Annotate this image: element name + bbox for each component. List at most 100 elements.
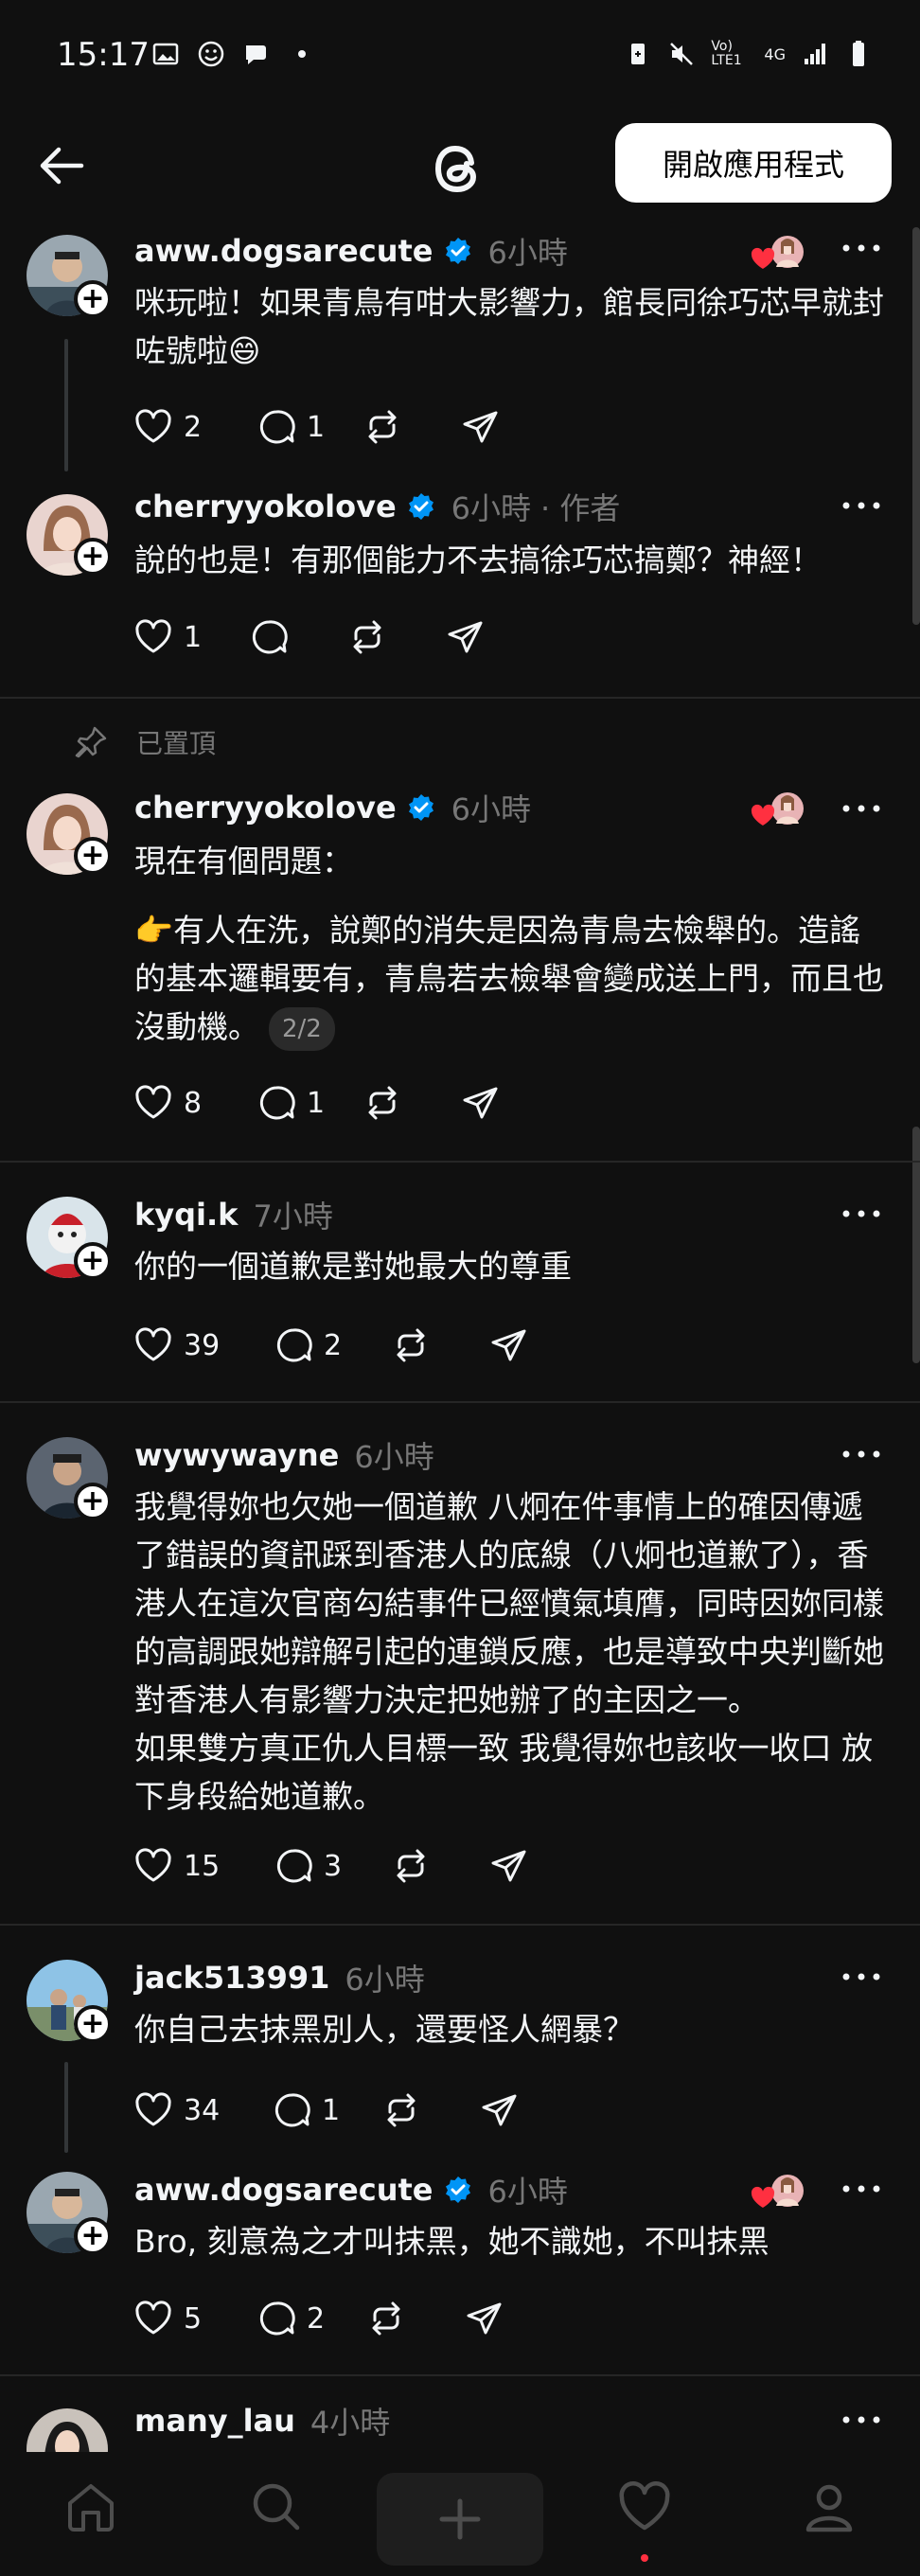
username[interactable]: many_lau bbox=[134, 2403, 295, 2439]
more-options-icon[interactable] bbox=[840, 799, 882, 818]
username[interactable]: wywywayne bbox=[134, 1437, 339, 1473]
activity-notification-dot bbox=[641, 2554, 648, 2562]
repost-button[interactable] bbox=[390, 1324, 488, 1366]
like-button[interactable]: 1 bbox=[133, 616, 248, 658]
like-count: 39 bbox=[184, 1328, 221, 1362]
share-button[interactable] bbox=[460, 1082, 502, 1124]
network-label: Vo) LTE1 bbox=[711, 39, 742, 68]
top-bar: 開啟應用程式 bbox=[0, 114, 920, 218]
repost-button[interactable] bbox=[380, 2089, 479, 2131]
reply-button[interactable]: 1 bbox=[256, 406, 362, 448]
post-text: 說的也是！有那個能力不去搞徐巧芯搞鄭？神經！ bbox=[134, 542, 822, 578]
post-actions: 8 1 bbox=[133, 1079, 502, 1127]
post-body: 你的一個道歉是對她最大的尊重 bbox=[134, 1242, 892, 1290]
reply-button[interactable]: 1 bbox=[271, 2089, 380, 2131]
reply-count: 1 bbox=[307, 410, 326, 444]
share-icon bbox=[460, 406, 502, 448]
repost-button[interactable] bbox=[346, 616, 445, 658]
scrollbar-thumb[interactable] bbox=[912, 227, 920, 625]
verified-badge-icon bbox=[443, 2175, 473, 2205]
share-button[interactable] bbox=[460, 406, 502, 448]
more-options-icon[interactable] bbox=[840, 1967, 882, 1986]
post-header: kyqi.k 7小時 bbox=[134, 1193, 333, 1236]
follow-plus-button[interactable]: + bbox=[74, 1242, 112, 1280]
reply-button[interactable]: 2 bbox=[256, 2298, 365, 2339]
status-notification-icons bbox=[151, 40, 316, 68]
reply-count: 2 bbox=[307, 2301, 326, 2336]
heart-icon bbox=[133, 1082, 174, 1124]
post-actions: 5 2 bbox=[133, 2295, 505, 2342]
reply-icon bbox=[273, 1324, 314, 1366]
username[interactable]: aww.dogsarecute bbox=[134, 2172, 433, 2208]
more-options-icon[interactable] bbox=[840, 496, 882, 515]
reply-icon bbox=[256, 1082, 297, 1124]
profile-icon[interactable] bbox=[801, 2478, 858, 2535]
thread-line bbox=[64, 2062, 68, 2153]
share-button[interactable] bbox=[464, 2298, 505, 2339]
username[interactable]: kyqi.k bbox=[134, 1197, 238, 1233]
repost-button[interactable] bbox=[362, 1082, 460, 1124]
avatar[interactable] bbox=[27, 2408, 108, 2452]
search-icon[interactable] bbox=[248, 2478, 305, 2535]
repost-icon bbox=[346, 616, 388, 658]
like-button[interactable]: 8 bbox=[133, 1082, 256, 1124]
reply-button[interactable] bbox=[248, 616, 346, 658]
repost-button[interactable] bbox=[390, 1845, 488, 1887]
share-button[interactable] bbox=[488, 1324, 530, 1366]
follow-plus-button[interactable]: + bbox=[74, 538, 112, 576]
share-button[interactable] bbox=[479, 2089, 521, 2131]
share-icon bbox=[488, 1845, 530, 1887]
more-options-icon[interactable] bbox=[840, 2410, 882, 2429]
pinned-label-row: 已置頂 bbox=[72, 723, 216, 761]
username[interactable]: cherryyokolove bbox=[134, 790, 397, 826]
divider bbox=[0, 1161, 920, 1163]
share-button[interactable] bbox=[488, 1845, 530, 1887]
post-header: cherryyokolove 6小時 · 作者 bbox=[134, 485, 620, 528]
share-icon bbox=[464, 2298, 505, 2339]
like-button[interactable]: 15 bbox=[133, 1845, 273, 1887]
like-button[interactable]: 34 bbox=[133, 2089, 271, 2131]
threads-logo-icon[interactable] bbox=[424, 134, 492, 203]
more-options-icon[interactable] bbox=[840, 2179, 882, 2198]
username[interactable]: cherryyokolove bbox=[134, 489, 397, 524]
post-text: 我覺得妳也欠她一個道歉 八炯在件事情上的確因傳遞了錯誤的資訊踩到香港人的底線（八… bbox=[134, 1488, 884, 1718]
reply-button[interactable]: 2 bbox=[273, 1324, 390, 1366]
home-icon[interactable] bbox=[62, 2478, 119, 2535]
more-options-icon[interactable] bbox=[840, 1445, 882, 1464]
like-button[interactable]: 5 bbox=[133, 2298, 256, 2339]
follow-plus-button[interactable]: + bbox=[74, 2217, 112, 2255]
thread-line bbox=[64, 339, 68, 471]
post-body: 我覺得妳也欠她一個道歉 八炯在件事情上的確因傳遞了錯誤的資訊踩到香港人的底線（八… bbox=[134, 1483, 892, 1821]
follow-plus-button[interactable]: + bbox=[74, 2005, 112, 2043]
repost-button[interactable] bbox=[362, 406, 460, 448]
more-options-icon[interactable] bbox=[840, 1204, 882, 1223]
open-app-button[interactable]: 開啟應用程式 bbox=[615, 123, 892, 203]
back-arrow-icon[interactable] bbox=[36, 140, 87, 191]
bottom-nav bbox=[0, 2452, 920, 2576]
more-options-icon[interactable] bbox=[840, 239, 882, 258]
reply-count: 1 bbox=[307, 1086, 326, 1120]
repost-button[interactable] bbox=[365, 2298, 464, 2339]
follow-plus-button[interactable]: + bbox=[74, 280, 112, 318]
like-button[interactable]: 2 bbox=[133, 406, 256, 448]
heart-icon bbox=[133, 1845, 174, 1887]
reply-button[interactable]: 3 bbox=[273, 1845, 390, 1887]
reply-count: 2 bbox=[324, 1328, 343, 1362]
reply-button[interactable]: 1 bbox=[256, 1082, 362, 1124]
reply-count: 3 bbox=[324, 1849, 343, 1883]
post-actions: 39 2 bbox=[133, 1322, 530, 1369]
like-button[interactable]: 39 bbox=[133, 1324, 273, 1366]
verified-badge-icon bbox=[406, 792, 436, 823]
username[interactable]: jack513991 bbox=[134, 1960, 329, 1996]
create-button[interactable] bbox=[377, 2473, 543, 2566]
share-icon bbox=[488, 1324, 530, 1366]
share-button[interactable] bbox=[445, 616, 487, 658]
username[interactable]: aww.dogsarecute bbox=[134, 233, 433, 269]
follow-plus-button[interactable]: + bbox=[74, 1483, 112, 1520]
reply-icon bbox=[256, 406, 297, 448]
repost-icon bbox=[362, 1082, 403, 1124]
follow-plus-button[interactable]: + bbox=[74, 837, 112, 875]
post-actions: 15 3 bbox=[133, 1842, 530, 1890]
chat-icon bbox=[246, 45, 266, 64]
activity-icon[interactable] bbox=[616, 2478, 673, 2535]
